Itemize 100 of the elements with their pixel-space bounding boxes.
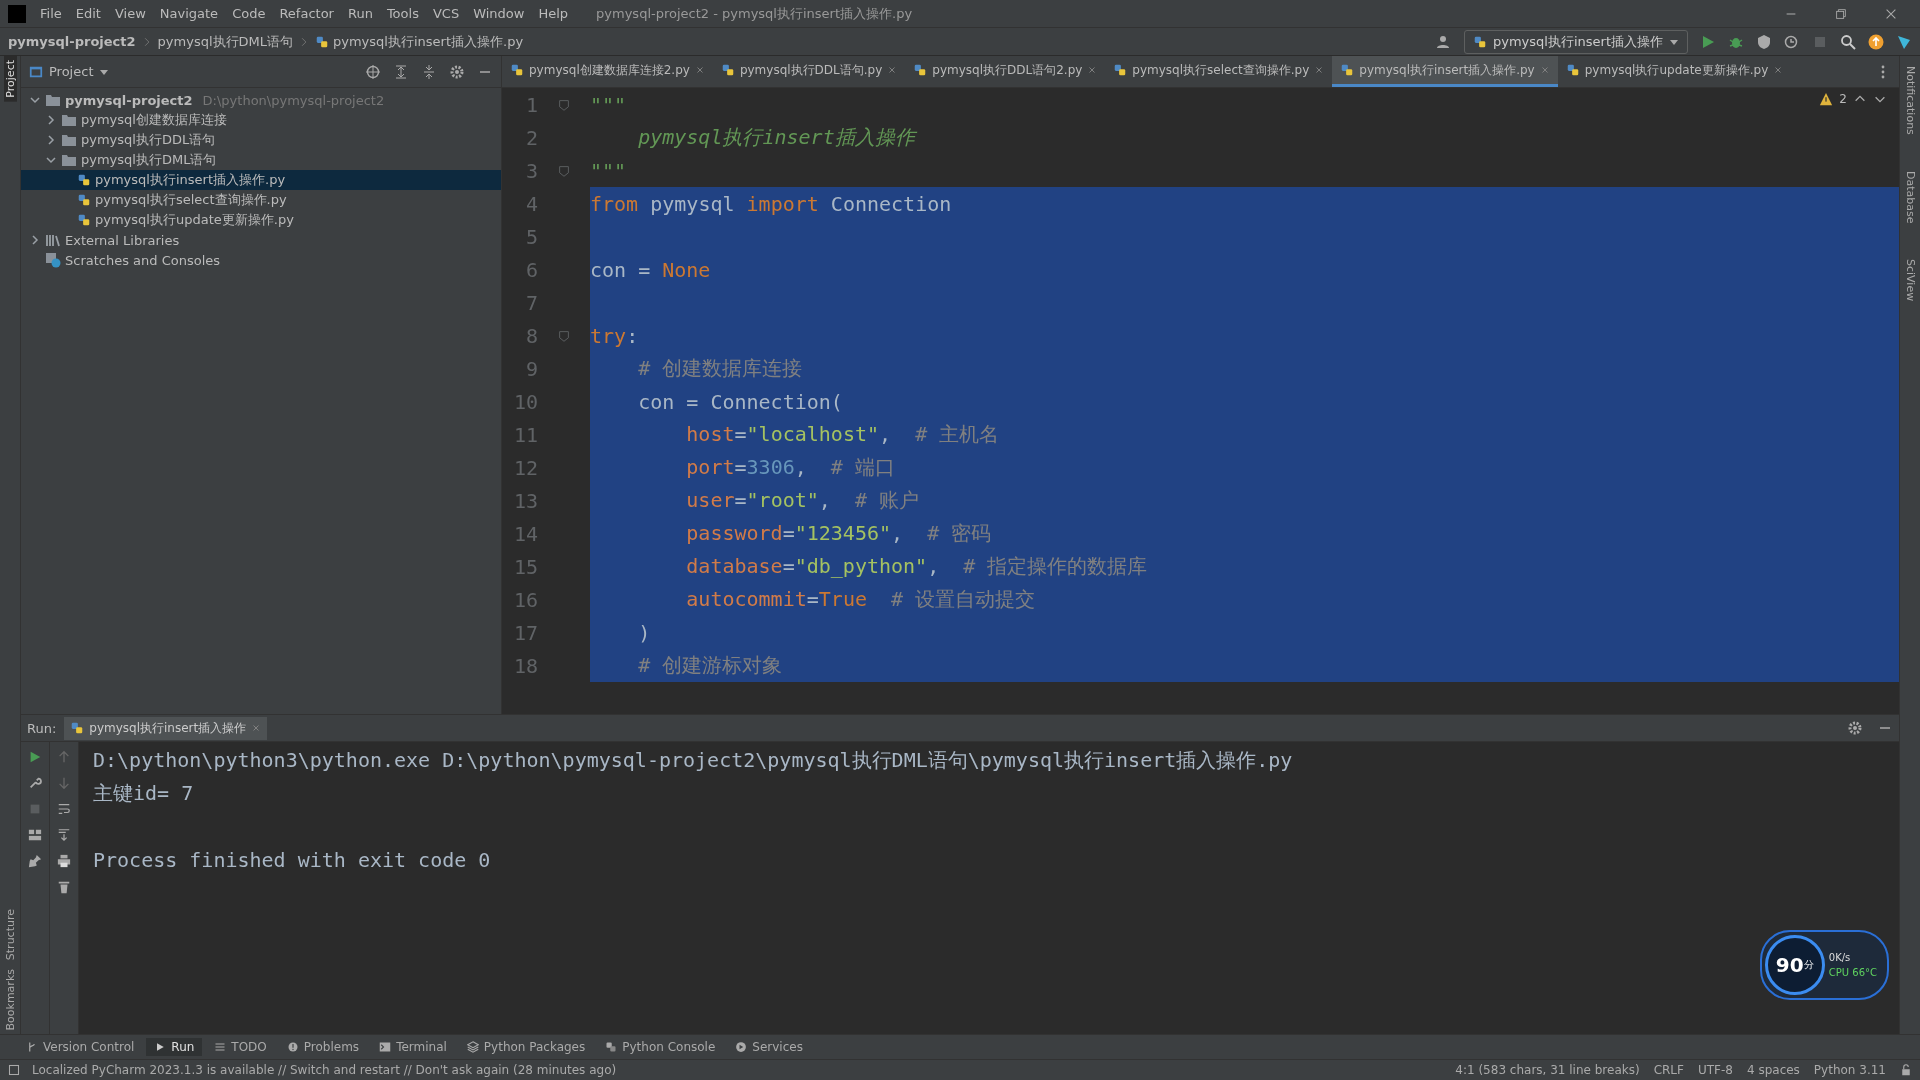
tree-row[interactable]: pymysql-project2 D:\python\pymysql-project2 <box>21 90 501 110</box>
line-number: 15 <box>512 554 538 579</box>
expand-all-icon[interactable] <box>393 63 409 80</box>
tree-row[interactable]: pymysql执行insert插入操作.py <box>21 170 501 190</box>
editor-tab[interactable]: pymysql执行insert插入操作.py <box>1332 56 1558 87</box>
print-icon[interactable] <box>57 854 71 868</box>
folder-icon <box>61 112 77 128</box>
tree-row[interactable]: External Libraries <box>21 230 501 250</box>
tool-tab[interactable]: TODO <box>206 1038 275 1056</box>
tree-row[interactable]: pymysql执行DML语句 <box>21 150 501 170</box>
pin-icon[interactable] <box>28 854 42 868</box>
editor-tab[interactable]: pymysql执行select查询操作.py <box>1105 56 1333 87</box>
target-icon[interactable] <box>365 63 381 80</box>
tool-window-tab[interactable]: Notifications <box>1903 62 1917 139</box>
menu-item[interactable]: Edit <box>75 6 101 21</box>
menu-item[interactable]: File <box>40 6 62 21</box>
settings-icon[interactable] <box>449 63 465 80</box>
status-item[interactable]: 4 spaces <box>1746 1063 1800 1077</box>
menu-item[interactable]: Help <box>538 6 569 21</box>
status-toggle-icon[interactable] <box>8 1064 20 1076</box>
editor-tab[interactable]: pymysql执行update更新操作.py <box>1557 56 1792 87</box>
line-number: 4 <box>524 191 538 216</box>
panel-title[interactable]: Project <box>49 64 94 79</box>
status-item[interactable]: UTF-8 <box>1697 1063 1733 1077</box>
chevron-icon[interactable] <box>45 154 57 166</box>
run-config-dropdown[interactable]: pymysql执行insert插入操作 <box>1464 29 1688 54</box>
tool-tab[interactable]: Python Packages <box>458 1038 594 1056</box>
code-line: try: <box>590 323 639 348</box>
close-icon[interactable] <box>887 65 898 75</box>
tool-tab[interactable]: Problems <box>278 1038 368 1056</box>
tool-tab[interactable]: Run <box>146 1038 203 1056</box>
menu-item[interactable]: Code <box>232 6 266 21</box>
wrap-icon[interactable] <box>57 802 71 816</box>
lock-icon[interactable] <box>1900 1064 1912 1076</box>
chevron-icon[interactable] <box>45 134 57 146</box>
restore-icon[interactable] <box>1834 6 1848 21</box>
tree-row[interactable]: pymysql执行DDL语句 <box>21 130 501 150</box>
score-value: 90 <box>1775 953 1804 977</box>
editor-tab[interactable]: pymysql执行DDL语句2.py <box>905 56 1106 87</box>
tool-tab[interactable]: Terminal <box>371 1038 455 1056</box>
tree-label: pymysql创建数据库连接 <box>81 111 227 129</box>
tool-window-tab[interactable]: Structure <box>3 905 17 965</box>
cpu-temperature: CPU 66°C <box>1828 967 1877 978</box>
menu-item[interactable]: VCS <box>432 6 460 21</box>
layout-icon[interactable] <box>28 828 42 842</box>
close-icon[interactable] <box>694 65 705 75</box>
chevron-icon <box>299 35 309 48</box>
rerun-icon[interactable] <box>28 750 42 764</box>
tool-window-tab[interactable]: SciView <box>1903 255 1917 306</box>
breadcrumb-item[interactable]: pymysql执行insert插入操作.py <box>315 32 524 51</box>
chevron-icon[interactable] <box>29 94 41 106</box>
menu-item[interactable]: Tools <box>386 6 419 21</box>
tool-tab[interactable]: Version Control <box>18 1038 143 1056</box>
tool-tab[interactable]: Python Console <box>597 1038 724 1056</box>
shield-icon[interactable] <box>1756 33 1772 50</box>
tree-label: External Libraries <box>65 232 180 248</box>
run-icon[interactable] <box>1700 33 1716 50</box>
chevron-icon[interactable] <box>29 234 41 246</box>
menu-item[interactable]: Navigate <box>159 6 219 21</box>
code-line: user="root", # 账户 <box>685 487 919 514</box>
code-line: """ <box>590 158 627 183</box>
terminal-icon <box>379 1041 392 1053</box>
tree-row[interactable]: pymysql执行update更新操作.py <box>21 210 501 230</box>
tool-window-tab[interactable]: Database <box>1903 166 1917 228</box>
status-item[interactable]: 4:1 (583 chars, 31 line breaks) <box>1455 1063 1640 1077</box>
tree-label: pymysql执行DML语句 <box>81 151 217 169</box>
tool-window-tab[interactable]: Bookmarks <box>3 964 17 1034</box>
close-icon[interactable] <box>1773 65 1784 75</box>
breadcrumb-item[interactable]: pymysql执行DML语句 <box>157 32 293 51</box>
user-icon[interactable] <box>1436 33 1452 50</box>
scroll-end-icon[interactable] <box>57 828 71 842</box>
tool-tab[interactable]: Services <box>727 1038 811 1056</box>
line-number: 13 <box>512 488 538 513</box>
wrench-icon[interactable] <box>28 776 42 790</box>
chevron-icon[interactable] <box>45 114 57 126</box>
status-item[interactable]: CRLF <box>1653 1063 1684 1077</box>
collapse-all-icon[interactable] <box>421 63 437 80</box>
menu-item[interactable]: Refactor <box>279 6 334 21</box>
warning-count[interactable]: 2 <box>1839 92 1847 106</box>
menu-item[interactable]: Run <box>347 6 373 21</box>
line-number: 12 <box>512 455 538 480</box>
tree-row[interactable]: pymysql执行select查询操作.py <box>21 190 501 210</box>
tool-window-tab[interactable]: Project <box>3 56 17 102</box>
line-number: 17 <box>512 620 538 645</box>
settings-icon[interactable] <box>1847 720 1863 736</box>
status-message[interactable]: Localized PyCharm 2023.1.3 is available // Switch and restart // Don't ask again (28 minutes ago) <box>32 1063 617 1077</box>
update-icon[interactable] <box>1868 33 1884 50</box>
trash-icon[interactable] <box>57 880 71 894</box>
menu-item[interactable]: Window <box>473 6 525 21</box>
close-icon[interactable] <box>1087 65 1098 75</box>
status-item[interactable]: Python 3.11 <box>1813 1063 1886 1077</box>
breadcrumb-item[interactable]: pymysql-project2 <box>8 34 136 49</box>
close-icon[interactable] <box>1314 65 1325 75</box>
console-tab[interactable]: pymysql执行insert插入操作 <box>64 716 268 740</box>
editor-tab[interactable]: pymysql创建数据库连接2.py <box>502 56 713 87</box>
tree-row[interactable]: pymysql创建数据库连接 <box>21 110 501 130</box>
search-icon[interactable] <box>1840 33 1856 50</box>
tree-row[interactable]: Scratches and Consoles <box>21 250 501 270</box>
editor-tab[interactable]: pymysql执行DDL语句.py <box>712 56 906 87</box>
menu-item[interactable]: View <box>114 6 146 21</box>
